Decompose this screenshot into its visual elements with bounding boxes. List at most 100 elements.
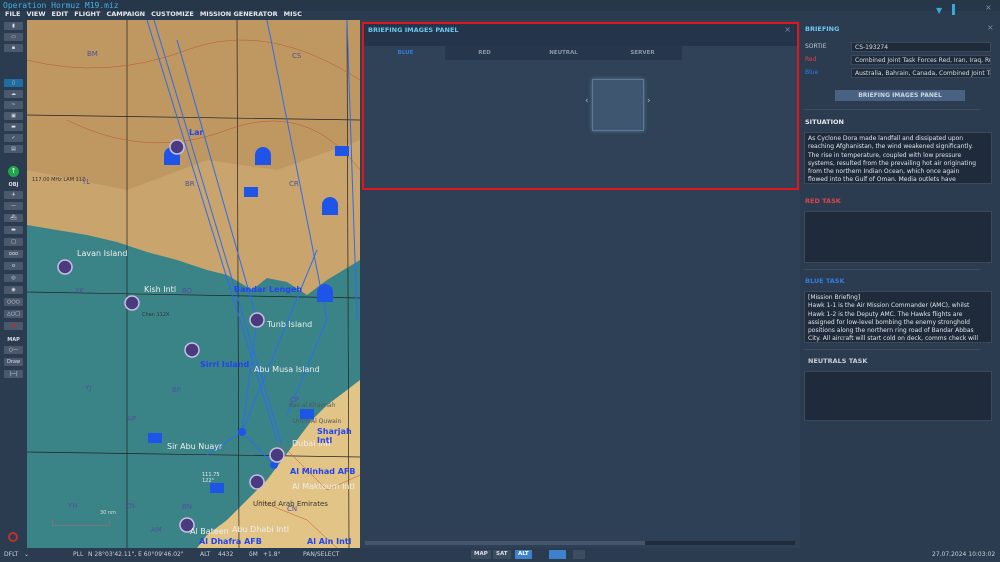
grid-bp: BP xyxy=(172,386,182,394)
grid-bo: BO xyxy=(182,287,193,295)
trigger-zone-icon[interactable]: ▣ xyxy=(4,112,23,120)
static-object-icon[interactable]: □ xyxy=(4,238,23,246)
mag-value: +1.8° xyxy=(263,551,281,558)
blue-task-textarea[interactable]: [Mission Briefing] Hawk 1-1 is the Air M… xyxy=(804,291,992,343)
map-label-al-ain: Al Ain Intl xyxy=(307,537,352,546)
ship-icon[interactable]: ⛴ xyxy=(4,214,23,222)
check-icon[interactable]: ✓ xyxy=(4,134,23,142)
map-mode-alt-button[interactable]: ALT xyxy=(515,550,532,559)
grid-am: AM xyxy=(151,526,162,534)
tab-red[interactable]: RED xyxy=(445,46,524,60)
alt-label: ALT xyxy=(200,551,211,558)
measure-icon[interactable]: |—| xyxy=(4,370,23,378)
briefing-title: BRIEFING xyxy=(805,25,840,33)
up-arrow-icon[interactable]: ↑ xyxy=(8,166,19,177)
grid-yk: YK xyxy=(75,287,84,295)
route-icon[interactable]: ~ xyxy=(4,101,23,109)
map-label-al-minhad: Al Minhad AFB xyxy=(290,467,356,476)
blue-coalition-field[interactable]: Australia, Bahrain, Canada, Combined Joi… xyxy=(851,68,991,78)
cursor-coords: N 28°03'42.11", E 60°09'46.02" xyxy=(88,551,184,558)
situation-textarea[interactable]: As Cyclone Dora made landfall and dissip… xyxy=(804,132,992,184)
save-icon[interactable]: ▪ xyxy=(4,44,23,52)
close-icon[interactable]: × xyxy=(784,25,791,34)
grid-cn: CN xyxy=(287,505,298,513)
divider xyxy=(804,109,980,110)
status-bar: DFLT ⌄ PLL N 28°03'42.11", E 60°09'46.02… xyxy=(0,548,1000,562)
triggers-icon[interactable]: ▬ xyxy=(4,123,23,131)
new-file-icon[interactable]: ▮ xyxy=(4,22,23,30)
briefing-images-panel-button[interactable]: BRIEFING IMAGES PANEL xyxy=(835,90,965,101)
neutrals-task-textarea[interactable] xyxy=(804,371,992,421)
map-label-al-dhafra: Al Dhafra AFB xyxy=(199,537,262,546)
briefing-images-panel: BRIEFING IMAGES PANEL × BLUE RED NEUTRAL… xyxy=(362,22,799,190)
open-folder-icon[interactable]: ▭ xyxy=(4,33,23,41)
panel-title: BRIEFING IMAGES PANEL xyxy=(368,26,459,34)
grid-ap: AP xyxy=(127,415,137,423)
target-icon[interactable]: ◎ xyxy=(4,274,23,282)
briefing-panel: BRIEFING × SORTIE CS-193274 Red Combined… xyxy=(800,20,1000,548)
grid-cr: CR xyxy=(289,180,299,188)
waypoint-icon[interactable]: o xyxy=(4,262,23,270)
map-label-kish: Kish Intl xyxy=(144,285,177,294)
ruler-icon[interactable]: ○— xyxy=(4,346,23,354)
blue-label: Blue xyxy=(805,69,819,76)
layers-icon[interactable] xyxy=(549,550,566,559)
map-label-umm-al-quwain: Umm Al Quwain xyxy=(293,418,342,425)
delete-icon[interactable]: ✖ xyxy=(4,322,23,330)
alt-value: 4432 xyxy=(218,551,234,558)
helicopter-icon[interactable]: — xyxy=(4,202,23,210)
red-coalition-field[interactable]: Combined Joint Task Forces Red, Iran, Ir… xyxy=(851,55,991,65)
settings-icon[interactable] xyxy=(573,550,585,559)
scrollbar-thumb[interactable] xyxy=(365,541,645,545)
zone-icon[interactable]: ◉ xyxy=(4,286,23,294)
map-label-bandar-lengeh: Bandar Lengeh xyxy=(234,285,303,294)
draw-button[interactable]: Draw xyxy=(4,358,23,366)
datetime: 27.07.2024 10:03:02 xyxy=(932,551,996,558)
tab-neutral[interactable]: NEUTRAL xyxy=(524,46,603,60)
formation-icon[interactable]: ○○○ xyxy=(4,298,23,306)
coords-annotation: 111.75 122° xyxy=(202,472,220,484)
coord-mode[interactable]: PLL xyxy=(73,551,83,558)
close-icon[interactable]: × xyxy=(987,23,994,32)
window-title: Operation Hormuz M19.miz xyxy=(3,1,119,10)
mission-map[interactable]: Lar Lavan Island Kish Intl Bandar Lengeh… xyxy=(27,20,360,548)
templates-icon[interactable]: ▤ xyxy=(4,145,23,153)
profile-dropdown[interactable]: DFLT xyxy=(4,551,18,558)
chevron-down-icon[interactable]: ⌄ xyxy=(24,551,29,558)
map-label-sir-abu-nuayr: Sir Abu Nuayr xyxy=(167,442,223,451)
grid-yj: YJ xyxy=(85,384,92,392)
beacon-label: Chan 112X xyxy=(142,312,170,318)
chevron-right-icon[interactable]: › xyxy=(647,96,651,106)
tab-blue[interactable]: BLUE xyxy=(366,46,445,60)
image-placeholder[interactable] xyxy=(592,79,644,131)
wifi-icon: ▼ xyxy=(936,6,943,15)
vehicle-icon[interactable]: ▬ xyxy=(4,226,23,234)
map-label-abu-musa: Abu Musa Island xyxy=(254,365,320,374)
plane-icon[interactable]: ✈ xyxy=(4,191,23,199)
briefing-icon[interactable]: ▯ xyxy=(4,79,23,87)
map-mode-sat-button[interactable]: SAT xyxy=(493,550,511,559)
group-icon[interactable]: ooo xyxy=(4,250,23,258)
divider xyxy=(804,269,980,270)
grid-yh: YH xyxy=(68,502,78,510)
record-icon[interactable] xyxy=(8,532,18,542)
left-toolbar: ▮ ▭ ▪ ▯ ☁ ~ ▣ ▬ ✓ ▤ ↑ OBJ ✈ — ⛴ ▬ □ ooo … xyxy=(0,20,27,548)
shapes-icon[interactable]: △○□ xyxy=(4,310,23,318)
grid-bm: BM xyxy=(87,50,98,58)
blue-task-label: BLUE TASK xyxy=(805,277,845,285)
grid-zn: ZN xyxy=(125,502,136,510)
weather-icon[interactable]: ☁ xyxy=(4,90,23,98)
sortie-field[interactable]: CS-193274 xyxy=(851,42,991,52)
map-mode-map-button[interactable]: MAP xyxy=(471,550,491,559)
red-task-label: RED TASK xyxy=(805,197,841,205)
tab-server[interactable]: SERVER xyxy=(603,46,682,60)
mode-label: PAN/SELECT xyxy=(303,551,340,558)
divider xyxy=(804,349,980,350)
horizontal-scrollbar[interactable] xyxy=(365,541,795,545)
grid-bn: BN xyxy=(182,503,193,511)
tab-bar: BLUE RED NEUTRAL SERVER xyxy=(366,46,682,60)
map-label-al-maktoum: Al Maktoum Intl xyxy=(292,482,355,491)
red-task-textarea[interactable] xyxy=(804,211,992,263)
chevron-left-icon[interactable]: ‹ xyxy=(585,96,589,106)
close-icon[interactable]: × xyxy=(985,3,992,12)
